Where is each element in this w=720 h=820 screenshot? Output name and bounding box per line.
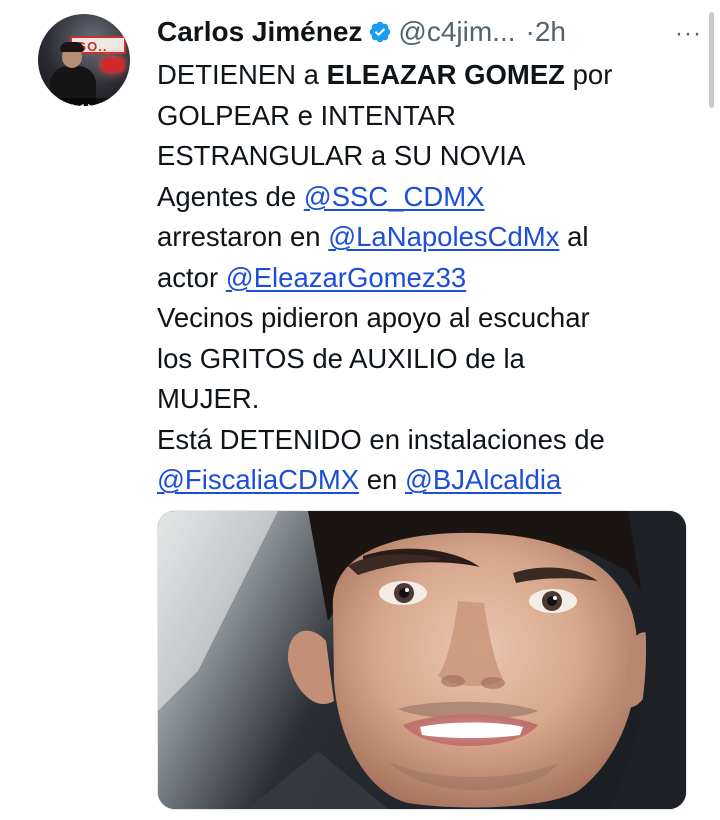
text-span: DETIENEN a (157, 59, 327, 90)
mention-bj-alcaldia[interactable]: @BJAlcaldia (405, 464, 561, 495)
text-span: Agentes de (157, 180, 304, 212)
tweet-text: DETIENEN a ELEAZAR GOMEZ por GOLPEAR e I… (157, 55, 697, 501)
avatar-person-hair (60, 42, 84, 52)
avatar-video-controls: ◀◀ ◀ ▶ ▶▶ ✕ (60, 102, 120, 106)
avatar-red-light (102, 58, 124, 72)
tweet-line: Vecinos pidieron apoyo al escuchar (157, 302, 590, 333)
tweet-line: DETIENEN a ELEAZAR GOMEZ por (157, 55, 697, 96)
tweet-media-photo[interactable] (157, 510, 687, 810)
bold-name: ELEAZAR GOMEZ (326, 59, 565, 90)
tweet-line: @FiscaliaCDMX en @BJAlcaldia (157, 460, 697, 501)
header-separator: · (525, 16, 535, 47)
tweet-line: arrestaron en @LaNapolesCdMx al (157, 217, 697, 258)
verified-badge-icon (370, 21, 391, 43)
tweet-line: Está DETENIDO en instalaciones de (157, 423, 605, 455)
author-handle[interactable]: @c4jim... (398, 16, 515, 47)
tweet-line: ESTRANGULAR a SU NOVIA (157, 140, 526, 171)
author-name[interactable]: Carlos Jiménez (157, 16, 362, 47)
mention-ssc-cdmx[interactable]: @SSC_CDMX (304, 181, 485, 212)
text-span: por (564, 59, 613, 90)
mention-eleazar-gomez[interactable]: @EleazarGomez33 (226, 262, 466, 293)
tweet-header: Carlos Jiménez @c4jim... ·2h ··· (157, 14, 702, 50)
tweet-line: los GRITOS de AUXILIO de la (157, 342, 525, 374)
portrait-photo (158, 511, 686, 809)
text-span: en (359, 464, 405, 495)
tweet-line: MUJER. (157, 383, 260, 414)
tweet-line: GOLPEAR e INTENTAR (157, 99, 456, 131)
more-horizontal-icon[interactable]: ··· (675, 16, 702, 52)
text-span: arrestaron en (157, 221, 329, 252)
text-span: al (559, 221, 589, 252)
mention-la-napoles[interactable]: @LaNapolesCdMx (328, 221, 559, 252)
tweet-line: actor @EleazarGomez33 (157, 258, 697, 299)
scrollbar[interactable] (709, 12, 714, 108)
mention-fiscalia-cdmx[interactable]: @FiscaliaCDMX (157, 464, 359, 495)
tweet[interactable]: GO.. ◀◀ ◀ ▶ ▶▶ ✕ Carlos Jiménez @c4jim..… (0, 0, 720, 820)
tweet-line: Agentes de @SSC_CDMX (157, 177, 697, 218)
timestamp[interactable]: 2h (535, 16, 566, 47)
text-span: actor (157, 261, 226, 293)
avatar[interactable]: GO.. ◀◀ ◀ ▶ ▶▶ ✕ (38, 14, 130, 106)
